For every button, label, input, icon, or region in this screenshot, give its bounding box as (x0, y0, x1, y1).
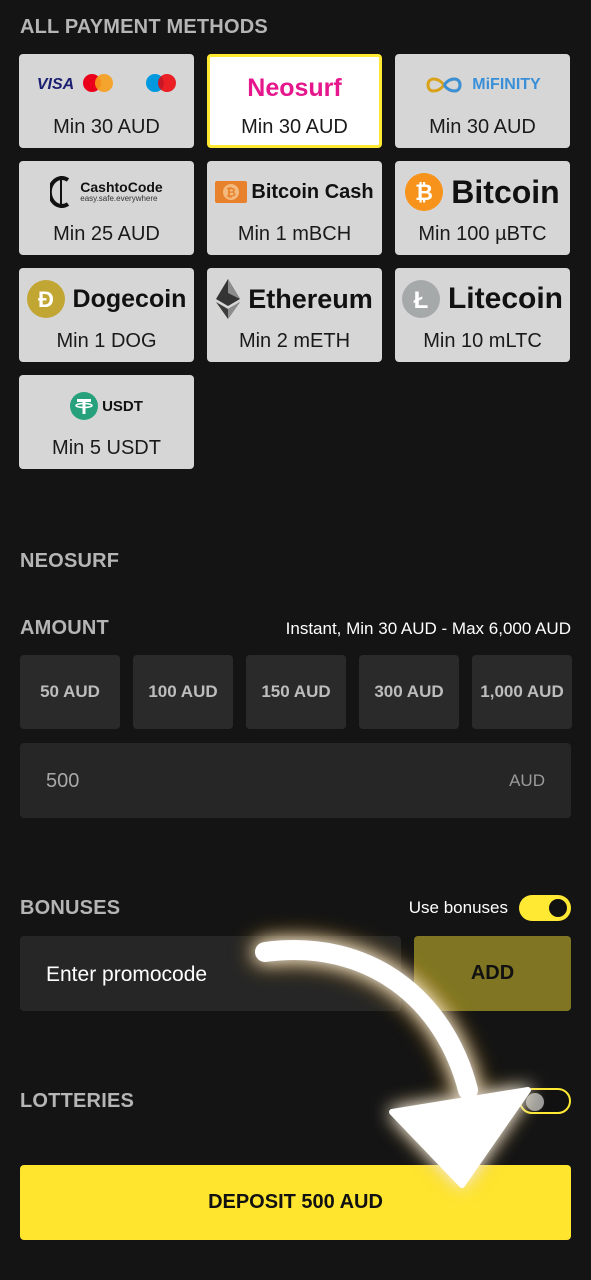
bitcoin-cash-icon: ₿ (215, 181, 248, 203)
amount-preset-1000[interactable]: 1,000 AUD (472, 655, 572, 729)
selected-method-title: NEOSURF (20, 550, 120, 572)
tether-icon (70, 392, 99, 420)
cashtocode-logo: CashtoCode easy.safe.everywhere (19, 171, 194, 213)
payment-card-ethereum[interactable]: Ethereum Min 2 mETH (207, 268, 382, 362)
promocode-input[interactable]: Enter promocode (20, 936, 401, 1011)
amount-preset-50[interactable]: 50 AUD (20, 655, 120, 729)
use-bonuses-label: Use bonuses (408, 898, 508, 917)
payment-min-label: Min 30 AUD (53, 116, 160, 138)
toggle-knob (549, 899, 567, 917)
lotteries-title: LOTTERIES (20, 1090, 135, 1112)
payment-card-neosurf[interactable]: Neosurf Min 30 AUD (207, 54, 382, 148)
infinity-icon (426, 77, 462, 93)
payment-card-litecoin[interactable]: Ł Litecoin Min 10 mLTC (395, 268, 570, 362)
payment-min-label: Min 30 AUD (429, 116, 536, 138)
cards-logo: VISA (19, 64, 194, 106)
payment-card-usdt[interactable]: USDT Min 5 USDT (19, 375, 194, 469)
payment-card-dogecoin[interactable]: Đ Dogecoin Min 1 DOG (19, 268, 194, 362)
maestro-icon (146, 74, 177, 92)
cashtocode-tagline: easy.safe.everywhere (80, 194, 158, 204)
svg-text:₿: ₿ (415, 180, 433, 205)
litecoin-icon: Ł (401, 280, 440, 318)
bonuses-title: BONUSES (20, 897, 121, 919)
payment-min-label: Min 25 AUD (53, 223, 160, 245)
payment-card-visa-mastercard[interactable]: VISA Min 30 AUD (19, 54, 194, 148)
amount-preset-150[interactable]: 150 AUD (246, 655, 346, 729)
visa-logo: VISA (36, 76, 75, 93)
amount-value: 500 (46, 770, 80, 792)
payment-min-label: Min 30 AUD (241, 116, 348, 138)
amount-input[interactable]: 500 AUD (20, 743, 571, 818)
svg-text:Ł: Ł (414, 287, 429, 314)
neosurf-logo: Neosurf (247, 73, 342, 102)
svg-text:Đ: Đ (38, 287, 54, 312)
bitcoin-icon: ₿ (405, 173, 444, 211)
payment-min-label: Min 100 µBTC (418, 223, 547, 245)
payment-card-bitcoin-cash[interactable]: ₿ Bitcoin Cash Min 1 mBCH (207, 161, 382, 255)
svg-text:₿: ₿ (226, 186, 236, 200)
payment-min-label: Min 2 mETH (238, 330, 351, 352)
payment-card-cashtocode[interactable]: CashtoCode easy.safe.everywhere Min 25 A… (19, 161, 194, 255)
add-promocode-button[interactable]: ADD (414, 936, 571, 1011)
usdt-logo: USDT (19, 385, 194, 427)
bitcoin-logo: ₿ Bitcoin (395, 171, 570, 213)
amount-title: AMOUNT (20, 617, 109, 639)
payment-min-label: Min 5 USDT (52, 437, 161, 459)
litecoin-logo: Ł Litecoin (395, 278, 570, 320)
deposit-button[interactable]: DEPOSIT 500 AUD (20, 1165, 571, 1240)
cashtocode-c-icon (50, 176, 70, 208)
payment-min-label: Min 1 mBCH (237, 223, 352, 245)
dogecoin-logo: Đ Dogecoin (19, 278, 194, 320)
ethereum-logo: Ethereum (207, 278, 382, 320)
mastercard-icon (83, 74, 114, 92)
payment-card-bitcoin[interactable]: ₿ Bitcoin Min 100 µBTC (395, 161, 570, 255)
amount-currency: AUD (509, 771, 545, 790)
payment-min-label: Min 10 mLTC (423, 330, 542, 352)
amount-info: Instant, Min 30 AUD - Max 6,000 AUD (285, 619, 571, 638)
lotteries-toggle[interactable] (519, 1088, 571, 1114)
amount-preset-300[interactable]: 300 AUD (359, 655, 459, 729)
payment-card-mifinity[interactable]: MiFINITY Min 30 AUD (395, 54, 570, 148)
toggle-knob (526, 1093, 544, 1111)
payment-methods-title: ALL PAYMENT METHODS (20, 16, 268, 38)
use-bonuses-toggle[interactable] (519, 895, 571, 921)
amount-preset-100[interactable]: 100 AUD (133, 655, 233, 729)
ethereum-icon (216, 279, 241, 319)
mifinity-logo: MiFINITY (395, 64, 570, 106)
bitcoin-cash-logo: ₿ Bitcoin Cash (207, 171, 382, 213)
payment-min-label: Min 1 DOG (56, 330, 157, 352)
dogecoin-icon: Đ (26, 280, 65, 318)
